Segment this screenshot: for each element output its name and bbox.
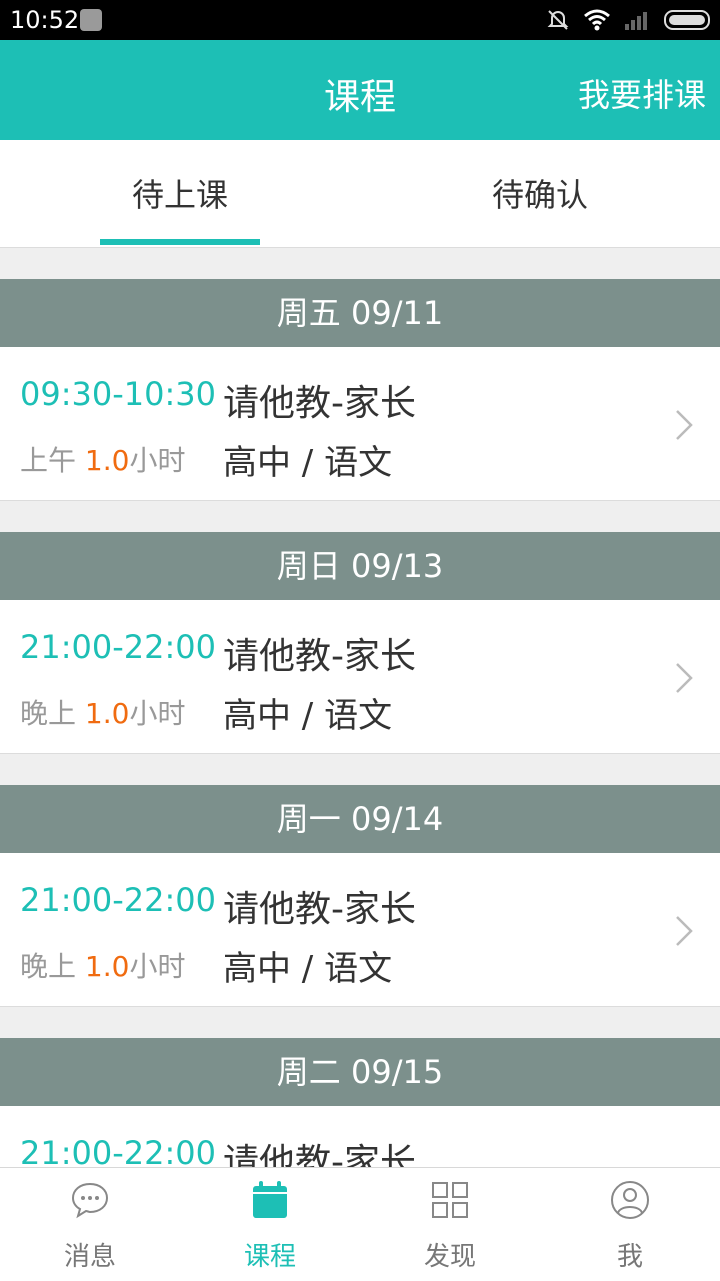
battery-icon xyxy=(664,10,710,30)
nav-label: 发现 xyxy=(423,1242,476,1272)
tab-upcoming[interactable]: 待上课 xyxy=(0,170,360,216)
app-header: 课程 我要排课 xyxy=(0,40,720,140)
course-card[interactable]: 21:00-22:00 请他教-家长 晚上 1.0小时 高中 / 语文 xyxy=(0,600,720,754)
course-period: 晚上 xyxy=(20,697,77,730)
user-icon xyxy=(611,1181,649,1219)
course-time: 09:30-10:30 xyxy=(20,375,216,413)
duration-unit: 小时 xyxy=(129,444,186,477)
nav-label: 我 xyxy=(616,1242,643,1272)
mute-icon xyxy=(547,10,569,30)
tab-pending-confirmation[interactable]: 待确认 xyxy=(360,170,720,216)
duration-value: 1.0 xyxy=(84,950,130,983)
duration-value: 1.0 xyxy=(84,697,130,730)
nav-courses[interactable]: 课程 xyxy=(180,1168,360,1281)
nav-discover[interactable]: 发现 xyxy=(360,1168,540,1281)
course-subject: 高中 / 语文 xyxy=(223,949,393,989)
chevron-right-icon xyxy=(676,916,693,946)
chat-bubble-icon xyxy=(71,1182,109,1219)
date-header: 周二 09/15 xyxy=(0,1038,720,1106)
course-period: 晚上 xyxy=(20,950,77,983)
course-title: 请他教-家长 xyxy=(223,383,416,424)
course-subject: 高中 / 语文 xyxy=(223,696,393,736)
date-header: 周五 09/11 xyxy=(0,279,720,347)
course-time: 21:00-22:00 xyxy=(20,881,216,919)
signal-icon xyxy=(625,12,647,30)
course-duration: 晚上 1.0小时 xyxy=(20,945,185,985)
status-icons xyxy=(546,6,710,34)
nav-messages[interactable]: 消息 xyxy=(0,1168,180,1281)
duration-value: 1.0 xyxy=(84,444,130,477)
nav-me[interactable]: 我 xyxy=(540,1168,720,1281)
course-duration: 晚上 1.0小时 xyxy=(20,692,185,732)
calendar-icon xyxy=(253,1181,287,1218)
date-header: 周一 09/14 xyxy=(0,785,720,853)
status-bar: 10:52 xyxy=(0,0,720,40)
grid-icon xyxy=(432,1182,468,1218)
chevron-right-icon xyxy=(676,663,693,693)
course-subject: 高中 / 语文 xyxy=(223,443,393,483)
active-tab-indicator xyxy=(100,239,260,245)
course-title: 请他教-家长 xyxy=(223,889,416,930)
course-duration: 上午 1.0小时 xyxy=(20,439,185,479)
course-title: 请他教-家长 xyxy=(223,636,416,677)
course-card[interactable]: 21:00-22:00 请他教-家长 晚上 1.0小时 高中 / 语文 xyxy=(0,853,720,1007)
course-period: 上午 xyxy=(20,444,77,477)
nav-label: 消息 xyxy=(63,1242,116,1272)
course-time: 21:00-22:00 xyxy=(20,628,216,666)
chevron-right-icon xyxy=(676,410,693,440)
wifi-icon xyxy=(584,9,610,31)
bottom-nav: 消息 课程 发现 我 xyxy=(0,1167,720,1281)
duration-unit: 小时 xyxy=(129,697,186,730)
nav-label: 课程 xyxy=(243,1242,296,1272)
status-time: 10:52 xyxy=(10,6,80,34)
schedule-course-button[interactable]: 我要排课 xyxy=(578,70,706,116)
date-header: 周日 09/13 xyxy=(0,532,720,600)
notification-app-icon xyxy=(80,9,102,31)
tab-bar: 待上课 待确认 xyxy=(0,140,720,248)
course-card[interactable]: 09:30-10:30 请他教-家长 上午 1.0小时 高中 / 语文 xyxy=(0,347,720,501)
duration-unit: 小时 xyxy=(129,950,186,983)
